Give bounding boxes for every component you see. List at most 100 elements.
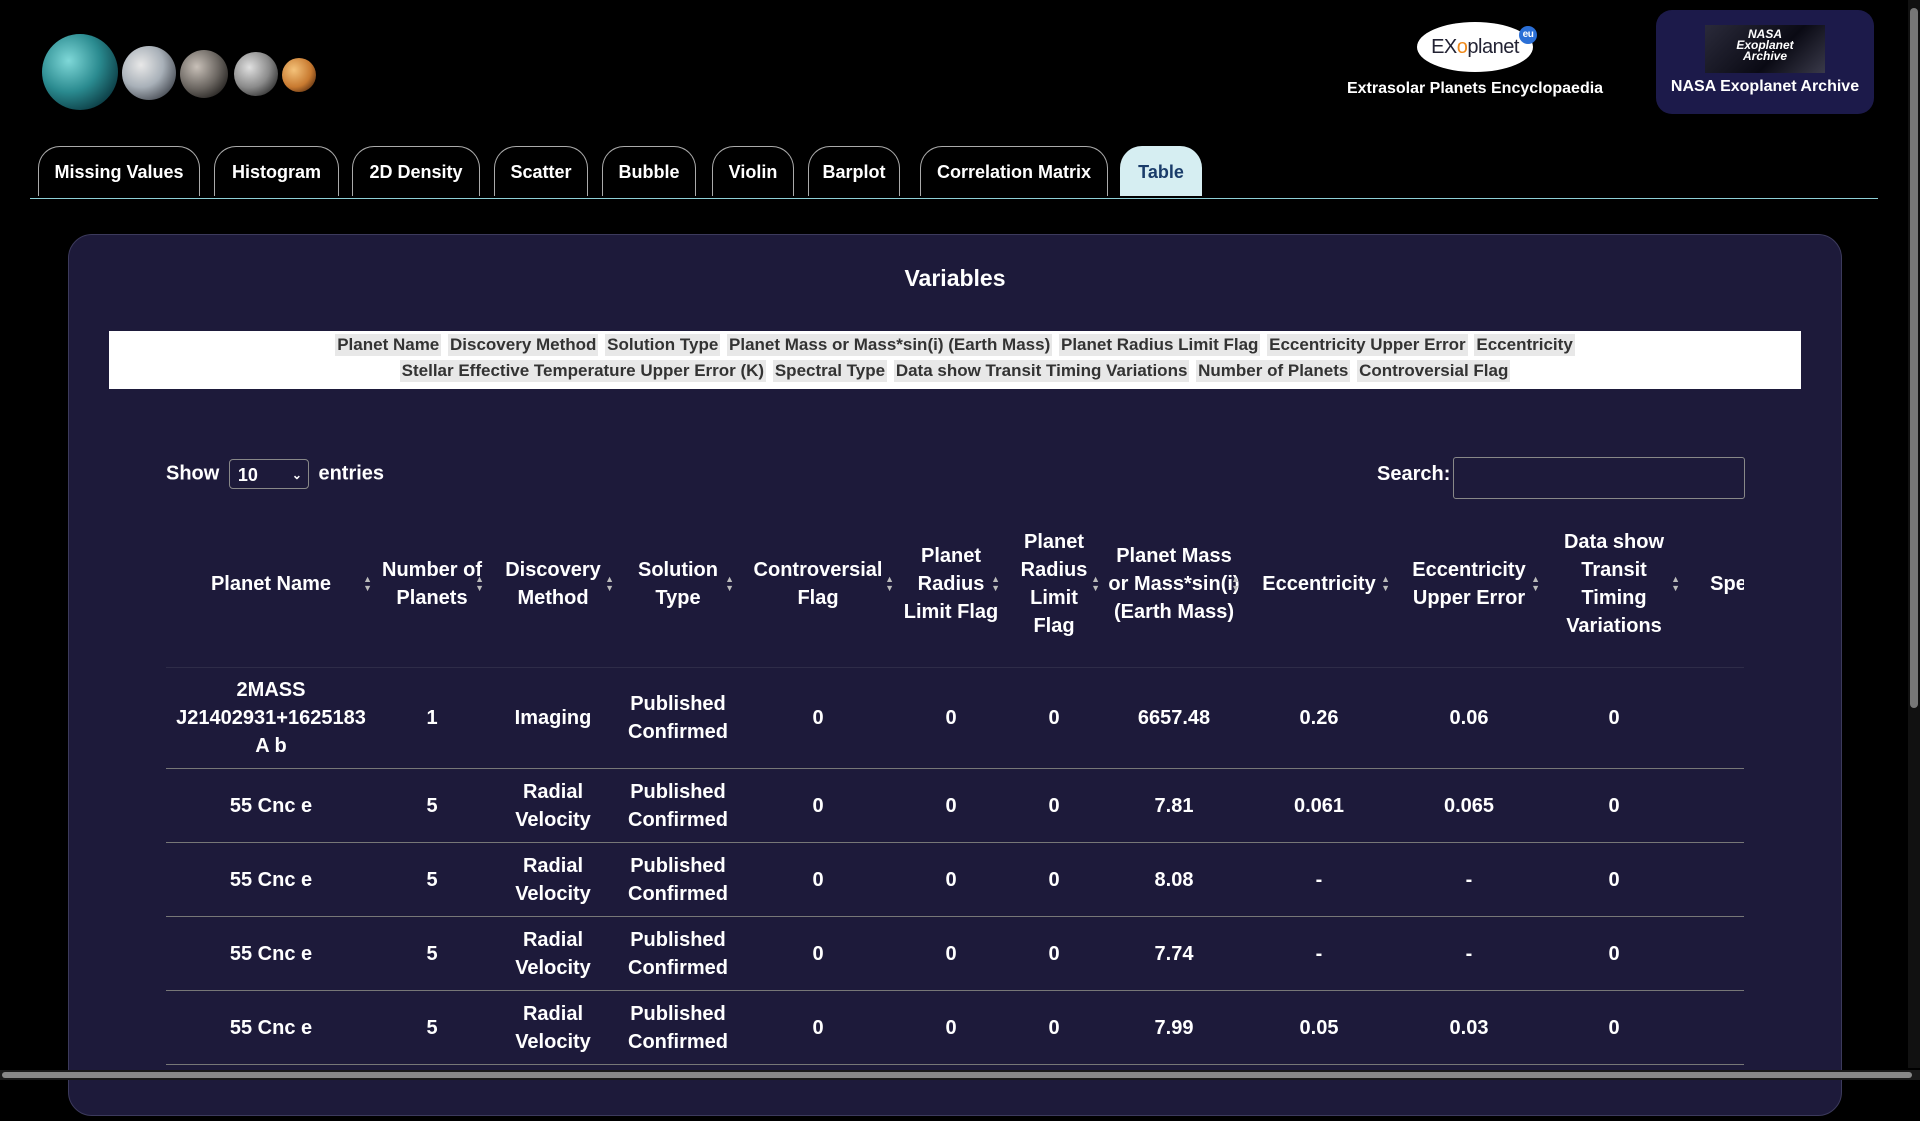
table-cell: 0 xyxy=(738,916,898,991)
sort-icon: ▲ ▼ xyxy=(1531,574,1540,593)
sort-icon: ▲ ▼ xyxy=(605,574,614,593)
show-entries-control: Show 10 ⌄ entries xyxy=(166,459,384,489)
variable-chip[interactable]: Eccentricity xyxy=(1474,334,1575,356)
table-cell: M8 xyxy=(1684,667,1744,769)
table-cell: 0 xyxy=(1004,667,1104,769)
data-table: Planet Name ▲ ▼ Number of Planets ▲ ▼ Discov… xyxy=(166,501,1744,1065)
search-input[interactable] xyxy=(1453,457,1745,499)
variable-chip[interactable]: Stellar Effective Temperature Upper Erro… xyxy=(399,360,767,382)
column-header[interactable]: Planet Mass or Mass*sin(i) (Earth Mass) ▲… xyxy=(1104,501,1244,668)
table-cell: - xyxy=(1244,916,1394,991)
table-cell: 0 xyxy=(1004,842,1104,917)
table-row: 55 Cnc e 5 Radial Velocity Published Con… xyxy=(166,768,1744,843)
table-cell: 0.05 xyxy=(1244,990,1394,1065)
tab-correlation-matrix[interactable]: Correlation Matrix xyxy=(920,146,1108,196)
table-cell: 6657.48 xyxy=(1104,667,1244,769)
planet-image xyxy=(234,52,278,96)
entries-label: entries xyxy=(318,462,385,485)
variable-chip[interactable]: Planet Name xyxy=(335,334,442,356)
chevron-down-icon: ⌄ xyxy=(291,468,302,482)
column-header[interactable]: Planet Name ▲ ▼ xyxy=(166,501,376,668)
column-header[interactable]: Spectral Type▲▼ xyxy=(1684,501,1744,668)
tab-barplot[interactable]: Barplot xyxy=(808,146,900,196)
column-header[interactable]: Solution Type ▲ ▼ xyxy=(618,501,738,668)
column-header[interactable]: Planet Radius Limit Flag ▲ ▼ xyxy=(898,501,1004,668)
nasa-archive-link[interactable]: NASA Exoplanet Archive NASA Exoplanet Ar… xyxy=(1656,10,1874,114)
table-cell: 0 xyxy=(1544,990,1684,1065)
variable-chip[interactable]: Number of Planets xyxy=(1196,360,1351,382)
search-label: Search: xyxy=(1377,463,1451,485)
table-cell: 7.74 xyxy=(1104,916,1244,991)
variable-chip[interactable]: Controversial Flag xyxy=(1357,360,1511,382)
scrollbar-thumb[interactable] xyxy=(2,1072,1912,1078)
table-cell: - xyxy=(1684,990,1744,1065)
tab-scatter[interactable]: Scatter xyxy=(494,146,588,196)
exoplanet-eu-link[interactable]: EXoplanet eu Extrasolar Planets Encyclopa… xyxy=(1340,22,1610,98)
column-header[interactable]: Controversial Flag ▲ ▼ xyxy=(738,501,898,668)
table-cell: 0 xyxy=(1544,667,1684,769)
table-cell: - xyxy=(1394,916,1544,991)
table-cell: 0.26 xyxy=(1244,667,1394,769)
horizontal-scrollbar[interactable] xyxy=(0,1070,1920,1080)
column-header[interactable]: Planet Radius Limit Flag ▲ ▼ xyxy=(1004,501,1104,668)
sort-icon: ▲ ▼ xyxy=(1671,574,1680,593)
tab-table[interactable]: Table xyxy=(1120,146,1202,196)
scrollbar-thumb[interactable] xyxy=(1910,8,1918,708)
nasa-archive-logo: NASA Exoplanet Archive xyxy=(1705,25,1825,73)
table-cell: 7.99 xyxy=(1104,990,1244,1065)
tab-bubble[interactable]: Bubble xyxy=(602,146,696,196)
variable-chip[interactable]: Discovery Method xyxy=(448,334,599,356)
vertical-scrollbar[interactable] xyxy=(1908,0,1920,1068)
table-cell: Imaging xyxy=(488,667,618,769)
table-cell: Published Confirmed xyxy=(618,916,738,991)
table-cell: 0.06 xyxy=(1394,667,1544,769)
column-header[interactable]: Eccentricity ▲ ▼ xyxy=(1244,501,1394,668)
table-header-row: Planet Name ▲ ▼ Number of Planets ▲ ▼ Discov… xyxy=(166,501,1744,668)
variable-chip[interactable]: Solution Type xyxy=(605,334,721,356)
table-cell: Published Confirmed xyxy=(618,768,738,843)
table-row: 2MASS J21402931+1625183 A b 1 Imaging Pu… xyxy=(166,667,1744,769)
table-row: 55 Cnc e 5 Radial Velocity Published Con… xyxy=(166,916,1744,991)
column-header[interactable]: Data show Transit Timing Variations ▲ ▼ xyxy=(1544,501,1684,668)
variable-chip[interactable]: Eccentricity Upper Error xyxy=(1267,334,1468,356)
column-header[interactable]: Discovery Method ▲ ▼ xyxy=(488,501,618,668)
table-cell: 0.065 xyxy=(1394,768,1544,843)
table-cell: 0 xyxy=(1004,916,1104,991)
column-header[interactable]: Eccentricity Upper Error ▲ ▼ xyxy=(1394,501,1544,668)
variable-chip[interactable]: Planet Mass or Mass*sin(i) (Earth Mass) xyxy=(727,334,1053,356)
panel-title: Variables xyxy=(904,265,1006,291)
entries-select[interactable]: 10 ⌄ xyxy=(228,459,309,489)
column-header[interactable]: Number of Planets ▲ ▼ xyxy=(376,501,488,668)
variable-chip[interactable]: Planet Radius Limit Flag xyxy=(1058,334,1261,356)
table-cell: Published Confirmed xyxy=(618,842,738,917)
exoplanet-eu-caption: Extrasolar Planets Encyclopaedia xyxy=(1346,80,1604,97)
table-cell: 0 xyxy=(898,667,1004,769)
table-cell: 8.08 xyxy=(1104,842,1244,917)
table-cell: - xyxy=(1244,842,1394,917)
table-cell: Radial Velocity xyxy=(488,842,618,917)
sort-icon: ▲ ▼ xyxy=(475,574,484,593)
planets-logo xyxy=(42,30,322,114)
table-cell: 55 Cnc e xyxy=(166,768,376,843)
tab-histogram[interactable]: Histogram xyxy=(214,146,339,196)
sort-icon: ▲ ▼ xyxy=(991,574,1000,593)
tab-violin[interactable]: Violin xyxy=(712,146,794,196)
tab-2d-density[interactable]: 2D Density xyxy=(352,146,480,196)
table-cell: 0 xyxy=(738,667,898,769)
table-cell: Radial Velocity xyxy=(488,916,618,991)
table-cell: 0 xyxy=(1004,768,1104,843)
table-cell: 55 Cnc e xyxy=(166,842,376,917)
table-cell: 2MASS J21402931+1625183 A b xyxy=(166,667,376,769)
variable-chip[interactable]: Data show Transit Timing Variations xyxy=(893,360,1190,382)
table-cell: - xyxy=(1684,916,1744,991)
table-cell: 0 xyxy=(1544,842,1684,917)
variables-line-1: Planet Name Discovery Method Solution Ty… xyxy=(109,331,1801,357)
tab-bar: Missing Values Histogram 2D Density Scat… xyxy=(30,146,1878,199)
variable-chip[interactable]: Spectral Type xyxy=(772,360,888,382)
sort-icon: ▲ ▼ xyxy=(1381,574,1390,593)
sort-icon: ▲ ▼ xyxy=(725,574,734,593)
tab-missing-values[interactable]: Missing Values xyxy=(38,146,200,196)
variables-selector[interactable]: Planet Name Discovery Method Solution Ty… xyxy=(109,331,1801,389)
table-cell: Published Confirmed xyxy=(618,667,738,769)
table-cell: 0 xyxy=(738,842,898,917)
